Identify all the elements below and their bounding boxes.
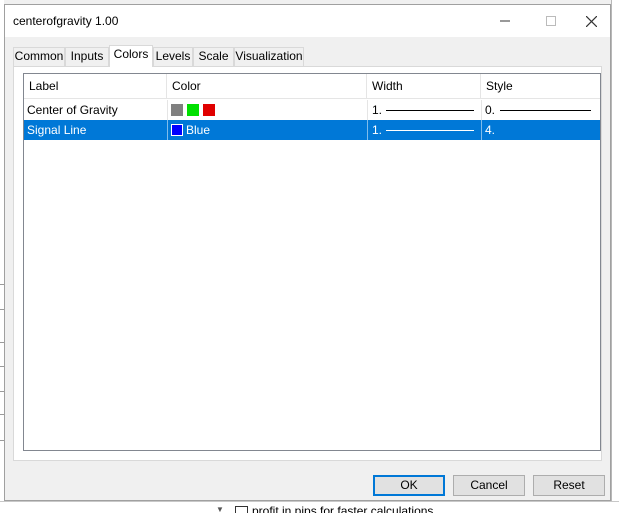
colors-list[interactable]: Label Color Width Style Center of Gravit…	[23, 73, 601, 451]
background-window-right-edge	[611, 0, 619, 512]
window-title: centerofgravity 1.00	[13, 14, 119, 28]
column-header-label[interactable]: Label	[24, 74, 167, 98]
row-style-value[interactable]: 4.	[485, 120, 495, 140]
reset-button[interactable]: Reset	[533, 475, 605, 496]
cancel-button[interactable]: Cancel	[453, 475, 525, 496]
row-label: Signal Line	[27, 123, 87, 137]
color-swatch[interactable]	[187, 104, 199, 116]
tab-levels[interactable]: Levels	[153, 47, 193, 66]
minimize-icon	[500, 20, 510, 22]
tab-common[interactable]: Common	[13, 47, 65, 66]
tab-scale[interactable]: Scale	[193, 47, 234, 66]
row-label: Center of Gravity	[27, 103, 118, 117]
close-button[interactable]	[568, 5, 614, 37]
color-swatch[interactable]	[171, 104, 183, 116]
ok-button[interactable]: OK	[373, 475, 445, 496]
column-header-color[interactable]: Color	[167, 74, 367, 98]
row-color-name: Blue	[186, 123, 211, 137]
list-header: Label Color Width Style	[24, 74, 600, 99]
tab-colors[interactable]: Colors	[109, 45, 153, 67]
style-line-sample	[500, 110, 591, 111]
indicator-properties-dialog: centerofgravity 1.00 Common Inputs Color…	[4, 4, 611, 501]
row-width-value[interactable]: 1.	[372, 100, 382, 120]
title-bar[interactable]: centerofgravity 1.00	[5, 5, 610, 37]
close-icon	[585, 15, 597, 27]
table-row-selected[interactable]: Signal Line Blue 1. 4.	[24, 120, 600, 140]
minimize-button[interactable]	[482, 5, 528, 37]
column-header-width[interactable]: Width	[367, 74, 481, 98]
tab-inputs[interactable]: Inputs	[65, 47, 109, 66]
row-width-value[interactable]: 1.	[372, 120, 382, 140]
row-style-value[interactable]: 0.	[485, 100, 495, 120]
width-line-sample	[386, 110, 474, 111]
table-row[interactable]: Center of Gravity 1. 0.	[24, 100, 600, 120]
column-header-style[interactable]: Style	[481, 74, 600, 98]
width-line-sample	[386, 130, 474, 131]
background-window-bottom-edge: ▼ profit in pips for faster calculations	[0, 501, 619, 513]
color-swatch[interactable]	[203, 104, 215, 116]
maximize-icon	[546, 16, 556, 26]
color-swatch[interactable]	[171, 124, 183, 136]
tab-visualization[interactable]: Visualization	[234, 47, 304, 66]
